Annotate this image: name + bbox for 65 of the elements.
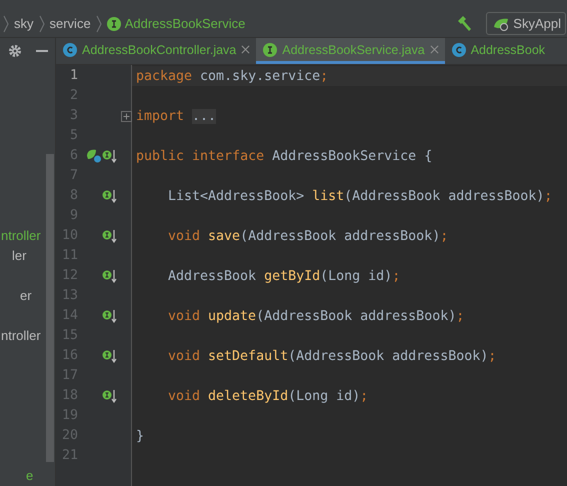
tree-item[interactable]: ler [12, 248, 26, 263]
leaf-icon [493, 16, 510, 30]
chevron-icon [3, 14, 9, 34]
code-text: AddressBookService { [272, 148, 432, 164]
method-name: setDefault [208, 348, 288, 364]
folded-code[interactable]: ... [192, 108, 216, 124]
keyword-text: ; [392, 268, 400, 284]
bean-icon[interactable] [86, 149, 102, 163]
implemented-icon[interactable] [102, 309, 118, 323]
breadcrumb-item[interactable]: sky [14, 16, 34, 31]
tree-item[interactable]: er [20, 288, 32, 303]
tree-item[interactable]: e [26, 468, 34, 483]
line-number: 1 [68, 67, 78, 85]
code-text: } [136, 428, 144, 444]
keyword-text: import [136, 108, 186, 124]
method-name: deleteById [208, 388, 288, 404]
code-text: (AddressBook addressBook) [240, 228, 440, 244]
chevron-icon [38, 14, 44, 34]
keyword-text: ; [488, 348, 496, 364]
code-text: (Long id) [320, 268, 392, 284]
code-text: (AddressBook addressBook) [256, 308, 456, 324]
breadcrumb-item[interactable]: AddressBookService [106, 16, 246, 31]
tree-item[interactable]: ntroller [1, 328, 41, 343]
implemented-icon[interactable] [102, 349, 118, 363]
tree-item[interactable]: ntroller [1, 228, 41, 243]
interface-icon [263, 42, 278, 56]
keyword-text: ; [456, 308, 464, 324]
code-text: (AddressBook addressBook) [344, 188, 544, 204]
method-name: update [208, 308, 256, 324]
implemented-icon[interactable] [102, 149, 118, 163]
code-text: List<AddressBook> [168, 188, 306, 204]
editor-tab[interactable]: AddressBookService.java [256, 38, 445, 64]
implemented-icon[interactable] [102, 389, 118, 403]
code-text: (AddressBook addressBook) [288, 348, 488, 364]
keyword-text: void [168, 308, 202, 324]
expand-fold-icon[interactable] [121, 110, 132, 122]
keyword-text: public interface [136, 148, 266, 164]
implemented-icon[interactable] [102, 269, 118, 283]
class-icon [452, 42, 466, 56]
code-text: (Long id) [288, 388, 360, 404]
editor-tab[interactable]: AddressBookController.java [56, 38, 256, 64]
keyword-text: void [168, 228, 202, 244]
keyword-text: ; [544, 188, 552, 204]
scrollbar[interactable] [46, 154, 54, 462]
keyword-text: ; [440, 228, 448, 244]
interface-icon [106, 16, 121, 30]
code-text: com.sky.service [200, 68, 320, 84]
close-icon[interactable] [241, 45, 250, 54]
run-configuration[interactable]: SkyAppl [486, 12, 566, 35]
implemented-icon[interactable] [102, 229, 118, 243]
keyword-text: ; [320, 68, 328, 84]
keyword-text: package [136, 68, 194, 84]
keyword-text: void [168, 348, 202, 364]
breadcrumb-item[interactable]: service [50, 16, 91, 31]
editor-tab[interactable]: AddressBook [444, 38, 552, 64]
chevron-icon [96, 14, 102, 34]
class-icon [63, 42, 77, 56]
code-text: AddressBook [168, 268, 258, 284]
keyword-text: ; [360, 388, 368, 404]
implemented-icon[interactable] [102, 189, 118, 203]
keyword-text: void [168, 388, 202, 404]
settings-icon[interactable] [8, 44, 22, 58]
method-name: save [208, 228, 240, 244]
method-name: getById [264, 268, 320, 284]
method-name: list [312, 188, 344, 204]
